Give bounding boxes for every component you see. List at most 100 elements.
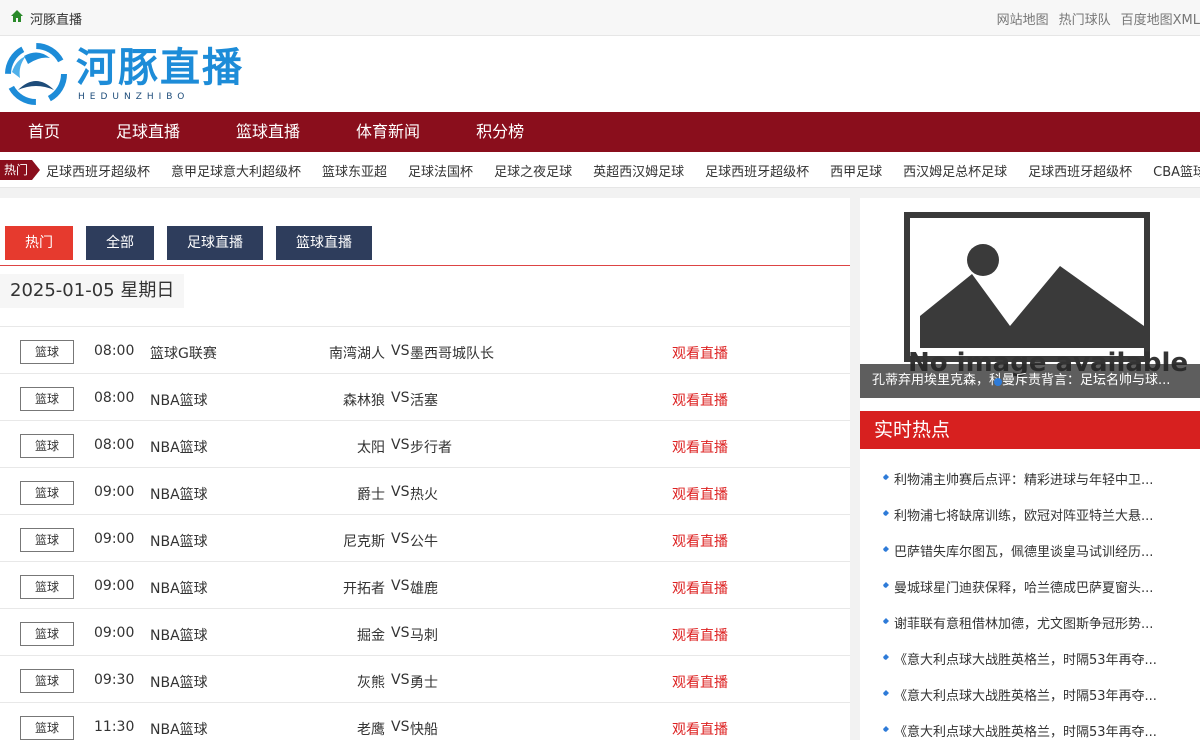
hot-news-list: 利物浦主帅赛后点评：精彩进球与年轻中卫... 利物浦七将缺席训练，欧冠对阵亚特兰… <box>880 460 1200 740</box>
match-row: 篮球 09:00 NBA篮球 掘金 VS 马刺 观看直播 <box>0 608 850 655</box>
nav-item-standings[interactable]: 积分榜 <box>448 112 552 152</box>
hot-news-text: 曼城球星门迪获保释，哈兰德成巴萨夏窗头... <box>894 580 1154 596</box>
featured-slide[interactable]: No image available 孔蒂弃用埃里克森，科曼斥责背言：足坛名帅与… <box>860 198 1200 398</box>
home-team: 太阳 <box>357 440 385 456</box>
nav-item-home[interactable]: 首页 <box>0 112 88 152</box>
match-time: 08:00 <box>94 343 135 359</box>
home-team: 掘金 <box>357 628 385 644</box>
ticker-item[interactable]: 足球西班牙超级杯 <box>705 161 809 180</box>
ticker-item[interactable]: 西甲足球 <box>830 161 882 180</box>
match-league: NBA篮球 <box>150 628 208 644</box>
hot-news-text: 利物浦七将缺席训练，欧冠对阵亚特兰大悬... <box>894 508 1154 524</box>
home-team: 森林狼 <box>343 393 385 409</box>
hot-news-item[interactable]: 曼城球星门迪获保释，哈兰德成巴萨夏窗头... <box>880 568 1200 604</box>
hot-ticker: 热门 足球西班牙超级杯 意甲足球意大利超级杯 篮球东亚超 足球法国杯 足球之夜足… <box>0 152 1200 188</box>
ticker-item[interactable]: 篮球东亚超 <box>322 161 387 180</box>
ticker-item[interactable]: 西汉姆足总杯足球 <box>903 161 1007 180</box>
ticker-item[interactable]: 英超西汉姆足球 <box>593 161 684 180</box>
nav-item-football[interactable]: 足球直播 <box>88 112 208 152</box>
sidebar: No image available 孔蒂弃用埃里克森，科曼斥责背言：足坛名帅与… <box>860 198 1200 740</box>
hot-news-text: 《意大利点球大战胜英格兰，时隔53年再夺... <box>894 688 1157 704</box>
slide-dot[interactable] <box>994 378 1002 386</box>
home-icon[interactable] <box>10 9 24 23</box>
match-league: NBA篮球 <box>150 675 208 691</box>
watch-live-link[interactable]: 观看直播 <box>672 437 728 457</box>
ticker-item[interactable]: CBA篮球 <box>1153 161 1200 180</box>
ticker-item[interactable]: 足球之夜足球 <box>494 161 572 180</box>
match-row: 篮球 11:30 NBA篮球 老鹰 VS 快船 观看直播 <box>0 702 850 740</box>
match-league: NBA篮球 <box>150 440 208 456</box>
ticker-item[interactable]: 足球西班牙超级杯 <box>46 161 150 180</box>
category-badge[interactable]: 篮球 <box>20 669 74 693</box>
match-league: NBA篮球 <box>150 581 208 597</box>
match-league: 篮球G联赛 <box>150 346 217 362</box>
hot-news-item[interactable]: 巴萨错失库尔图瓦，佩德里谈皇马试训经历... <box>880 532 1200 568</box>
watch-live-link[interactable]: 观看直播 <box>672 390 728 410</box>
sitemap-link[interactable]: 网站地图 <box>997 9 1049 28</box>
category-badge[interactable]: 篮球 <box>20 481 74 505</box>
ticker-items: 足球西班牙超级杯 意甲足球意大利超级杯 篮球东亚超 足球法国杯 足球之夜足球 英… <box>46 161 1200 180</box>
category-badge[interactable]: 篮球 <box>20 434 74 458</box>
tab-basketball[interactable]: 篮球直播 <box>276 226 372 260</box>
away-team: 快船 <box>410 722 438 738</box>
category-badge[interactable]: 篮球 <box>20 575 74 599</box>
hot-news-item[interactable]: 利物浦主帅赛后点评：精彩进球与年轻中卫... <box>880 460 1200 496</box>
hot-news-item[interactable]: 谢菲联有意租借林加德，尤文图斯争冠形势... <box>880 604 1200 640</box>
home-team: 老鹰 <box>357 722 385 738</box>
away-team: 公牛 <box>410 534 438 550</box>
away-team: 活塞 <box>410 393 438 409</box>
home-team: 灰熊 <box>357 675 385 691</box>
nav-item-news[interactable]: 体育新闻 <box>328 112 448 152</box>
tab-football[interactable]: 足球直播 <box>167 226 263 260</box>
watch-live-link[interactable]: 观看直播 <box>672 343 728 363</box>
tab-hot[interactable]: 热门 <box>5 226 73 260</box>
ticker-item[interactable]: 意甲足球意大利超级杯 <box>171 161 301 180</box>
match-row: 篮球 08:00 NBA篮球 森林狼 VS 活塞 观看直播 <box>0 373 850 420</box>
watch-live-link[interactable]: 观看直播 <box>672 531 728 551</box>
pin-icon <box>881 690 889 698</box>
ticker-item[interactable]: 足球西班牙超级杯 <box>1028 161 1132 180</box>
match-row: 篮球 09:00 NBA篮球 爵士 VS 热火 观看直播 <box>0 467 850 514</box>
match-row: 篮球 08:00 NBA篮球 太阳 VS 步行者 观看直播 <box>0 420 850 467</box>
match-time: 11:30 <box>94 719 135 735</box>
watch-live-link[interactable]: 观看直播 <box>672 484 728 504</box>
dolphin-logo-icon[interactable] <box>4 42 68 106</box>
category-badge[interactable]: 篮球 <box>20 340 74 364</box>
watch-live-link[interactable]: 观看直播 <box>672 578 728 598</box>
home-team: 开拓者 <box>343 581 385 597</box>
vs-label: VS <box>391 343 410 359</box>
category-badge[interactable]: 篮球 <box>20 387 74 411</box>
match-row: 篮球 09:30 NBA篮球 灰熊 VS 勇士 观看直播 <box>0 655 850 702</box>
watch-live-link[interactable]: 观看直播 <box>672 625 728 645</box>
hot-news-text: 《意大利点球大战胜英格兰，时隔53年再夺... <box>894 724 1157 740</box>
hot-teams-link[interactable]: 热门球队 <box>1059 9 1111 28</box>
category-badge[interactable]: 篮球 <box>20 528 74 552</box>
nav-item-basketball[interactable]: 篮球直播 <box>208 112 328 152</box>
match-league: NBA篮球 <box>150 393 208 409</box>
category-badge[interactable]: 篮球 <box>20 716 74 740</box>
match-schedule: 热门 全部 足球直播 篮球直播 2025-01-05 星期日 篮球 08:00 … <box>0 198 850 740</box>
match-time: 09:00 <box>94 625 135 641</box>
category-badge[interactable]: 篮球 <box>20 622 74 646</box>
hot-news-item[interactable]: 《意大利点球大战胜英格兰，时隔53年再夺... <box>880 640 1200 676</box>
site-name-link[interactable]: 河豚直播 <box>30 9 82 28</box>
hot-news-item[interactable]: 《意大利点球大战胜英格兰，时隔53年再夺... <box>880 676 1200 712</box>
logo-title[interactable]: 河豚直播 <box>76 46 244 90</box>
ticker-item[interactable]: 足球法国杯 <box>408 161 473 180</box>
hot-news-item[interactable]: 《意大利点球大战胜英格兰，时隔53年再夺... <box>880 712 1200 740</box>
logo-subtitle: HEDUNZHIBO <box>78 92 190 102</box>
main-nav: 首页 足球直播 篮球直播 体育新闻 积分榜 <box>0 112 1200 152</box>
match-league: NBA篮球 <box>150 722 208 738</box>
tab-all[interactable]: 全部 <box>86 226 154 260</box>
watch-live-link[interactable]: 观看直播 <box>672 672 728 692</box>
baidu-sitemap-link[interactable]: 百度地图XML <box>1121 9 1200 28</box>
match-row: 篮球 08:00 篮球G联赛 南湾湖人 VS 墨西哥城队长 观看直播 <box>0 326 850 373</box>
match-time: 09:00 <box>94 578 135 594</box>
watch-live-link[interactable]: 观看直播 <box>672 719 728 739</box>
vs-label: VS <box>391 484 410 500</box>
slide-caption[interactable]: 孔蒂弃用埃里克森，科曼斥责背言：足坛名帅与球... <box>860 364 1200 398</box>
vs-label: VS <box>391 578 410 594</box>
pin-icon <box>881 726 889 734</box>
match-time: 09:30 <box>94 672 135 688</box>
hot-news-item[interactable]: 利物浦七将缺席训练，欧冠对阵亚特兰大悬... <box>880 496 1200 532</box>
